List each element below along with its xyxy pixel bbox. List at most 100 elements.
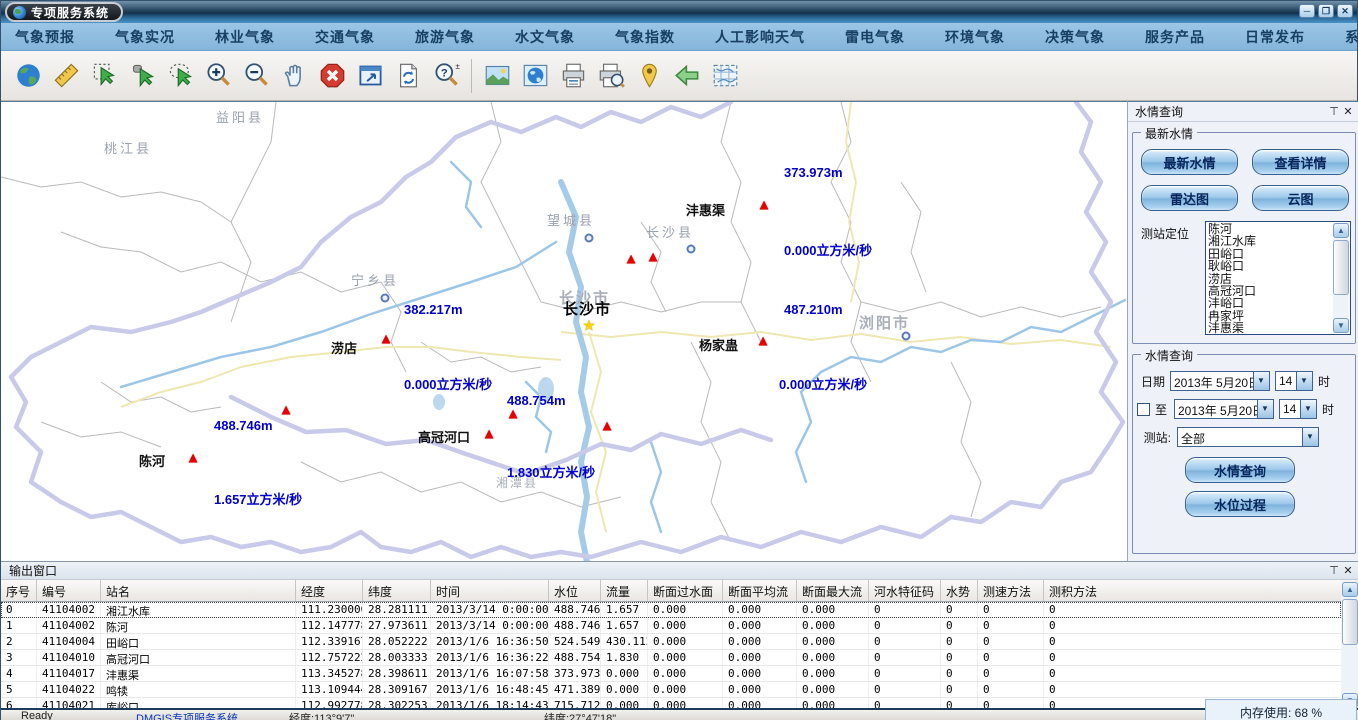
measure-ruler-icon[interactable] [47,56,85,96]
column-header[interactable]: 测积方法 [1044,580,1341,601]
column-header[interactable]: 编号 [37,580,101,601]
pin-icon[interactable]: ⊤ [1327,105,1341,119]
menu-item-1[interactable]: 气象预报 [1,27,89,47]
menu-item-13[interactable]: 日常发布 [1231,27,1319,47]
table-row[interactable]: 041104002湘江水库111.23000028.2811112013/3/1… [1,602,1341,618]
circle-marker[interactable] [687,245,696,254]
list-item[interactable]: 湘江水库 [1208,235,1332,247]
print-preview-icon[interactable] [592,56,630,96]
table-row[interactable]: 141104002陈河112.14777827.9736112013/3/14 … [1,618,1341,634]
panel-button-2[interactable]: 查看详情 [1252,149,1349,175]
triangle-marker[interactable]: ▲ [757,198,772,213]
zoom-in-icon[interactable] [199,56,237,96]
chevron-down-icon[interactable] [1302,428,1318,446]
water-query-button[interactable]: 水情查询 [1185,457,1295,483]
star-marker[interactable]: ★ [582,319,595,334]
panel-button-4[interactable]: 云图 [1252,185,1349,211]
column-header[interactable]: 断面最大流 [797,580,869,601]
triangle-marker[interactable]: ▲ [756,334,771,349]
column-header[interactable]: 河水特征码 [869,580,941,601]
list-item[interactable]: 耿峪口 [1208,260,1332,272]
column-header[interactable]: 断面平均流 [723,580,797,601]
table-header[interactable]: 序号编号站名经度纬度时间水位流量断面过水面断面平均流断面最大流河水特征码水势测速… [1,580,1341,602]
list-item[interactable]: 沣峪口 [1208,297,1332,309]
menu-item-4[interactable]: 交通气象 [301,27,389,47]
menu-item-9[interactable]: 雷电气象 [831,27,919,47]
station-combo[interactable]: 全部 [1177,427,1319,447]
scroll-down-icon[interactable]: ▼ [1333,318,1349,333]
identify-help-icon[interactable]: ?± [427,56,465,96]
triangle-marker[interactable]: ▲ [186,451,201,466]
table-row[interactable]: 341104010高冠河口112.75722228.0033332013/1/6… [1,650,1341,666]
column-header[interactable]: 水势 [941,580,978,601]
chevron-down-icon[interactable] [1257,400,1273,418]
triangle-marker[interactable]: ▲ [600,419,615,434]
menu-item-10[interactable]: 环境气象 [931,27,1019,47]
earth-icon[interactable] [9,56,47,96]
circle-marker[interactable] [902,332,911,341]
menu-item-7[interactable]: 气象指数 [601,27,689,47]
circle-marker[interactable] [381,294,390,303]
triangle-marker[interactable]: ▲ [506,407,521,422]
close-button[interactable]: ✕ [1337,4,1353,18]
hour-to-combo[interactable]: 14 [1279,399,1317,419]
table-row[interactable]: 541104022鸣犊113.10944428.3091672013/1/6 1… [1,682,1341,698]
select-arrow-icon[interactable] [123,56,161,96]
column-header[interactable]: 断面过水面 [648,580,723,601]
column-header[interactable]: 纬度 [363,580,431,601]
stop-icon[interactable] [313,56,351,96]
circle-marker[interactable] [585,234,594,243]
table-row[interactable]: 441104017沣惠渠113.34527828.3986112013/1/6 … [1,666,1341,682]
select-lasso-icon[interactable] [161,56,199,96]
date-to-combo[interactable]: 2013年 5月20日 [1174,399,1274,419]
output-close-icon[interactable]: ✕ [1341,564,1355,578]
column-header[interactable]: 时间 [431,580,549,601]
triangle-marker[interactable]: ▲ [482,427,497,442]
triangle-marker[interactable]: ▲ [379,332,394,347]
column-header[interactable]: 经度 [296,580,363,601]
zoom-out-icon[interactable] [237,56,275,96]
menu-item-14[interactable]: 系统管理 [1331,27,1358,47]
hour-combo[interactable]: 14 [1275,371,1313,391]
triangle-marker[interactable]: ▲ [279,403,294,418]
restore-button[interactable]: ❐ [1318,4,1334,18]
print-icon[interactable] [554,56,592,96]
date-combo[interactable]: 2013年 5月20日 [1170,371,1270,391]
list-item[interactable]: 沣惠渠 [1208,322,1332,334]
chevron-down-icon[interactable] [1253,372,1269,390]
table-row[interactable]: 241104004田峪口112.33916728.0522222013/1/6 … [1,634,1341,650]
globe-view-icon[interactable] [516,56,554,96]
to-checkbox[interactable] [1137,403,1150,416]
triangle-marker[interactable]: ▲ [624,252,639,267]
menu-item-5[interactable]: 旅游气象 [401,27,489,47]
listbox-scrollbar[interactable]: ▲ ▼ [1333,223,1349,333]
menu-item-11[interactable]: 决策气象 [1031,27,1119,47]
water-level-process-button[interactable]: 水位过程 [1185,491,1295,517]
triangle-marker[interactable]: ▲ [646,250,661,265]
menu-item-2[interactable]: 气象实况 [101,27,189,47]
minimize-button[interactable]: ─ [1299,4,1315,18]
back-arrow-icon[interactable] [668,56,706,96]
scroll-up-icon[interactable]: ▲ [1333,223,1349,238]
table-scrollbar[interactable]: ▲ ▼ [1342,582,1358,708]
pin-icon[interactable]: ⊤ [1327,564,1341,578]
column-header[interactable]: 水位 [549,580,601,601]
refresh-page-icon[interactable] [389,56,427,96]
column-header[interactable]: 测速方法 [978,580,1044,601]
pan-hand-icon[interactable] [275,56,313,96]
panel-button-3[interactable]: 雷达图 [1141,185,1238,211]
menu-item-3[interactable]: 林业气象 [201,27,289,47]
map-grid-icon[interactable] [706,56,744,96]
scroll-thumb[interactable] [1333,240,1349,295]
chevron-down-icon[interactable] [1300,400,1316,418]
scroll-thumb[interactable] [1342,599,1358,645]
map-canvas[interactable]: 益阳县桃江县宁乡县望城县长沙县长沙市长沙市浏阳市湘潭县沣惠渠涝店陈河高冠河口杨家… [1,101,1127,561]
column-header[interactable]: 流量 [601,580,648,601]
panel-button-1[interactable]: 最新水情 [1141,149,1238,175]
column-header[interactable]: 序号 [1,580,37,601]
menu-item-6[interactable]: 水文气象 [501,27,589,47]
panel-close-icon[interactable]: ✕ [1341,105,1355,119]
zoom-window-icon[interactable] [351,56,389,96]
menu-item-12[interactable]: 服务产品 [1131,27,1219,47]
location-pin-icon[interactable] [630,56,668,96]
